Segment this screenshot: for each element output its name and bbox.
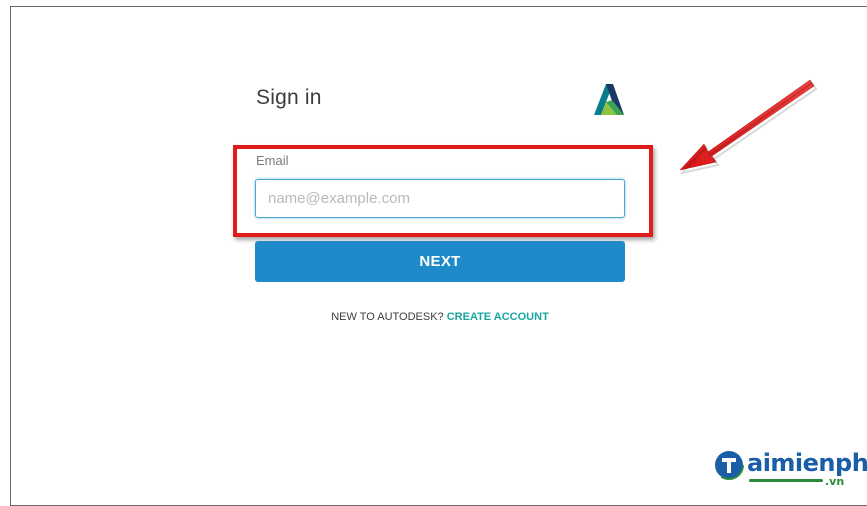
- watermark-underline: [749, 479, 823, 482]
- watermark-text: aimienphi: [747, 449, 867, 477]
- watermark-suffix: .vn: [825, 475, 845, 488]
- email-label: Email: [256, 153, 289, 168]
- new-to-autodesk-text: NEW TO AUTODESK?: [331, 311, 447, 323]
- watermark-t-icon: [714, 450, 744, 480]
- email-field[interactable]: [255, 179, 625, 218]
- page-title: Sign in: [256, 86, 322, 109]
- watermark-logo: aimienphi .vn: [713, 445, 867, 493]
- autodesk-logo-icon: [594, 84, 624, 115]
- annotation-arrow-icon: [679, 79, 818, 175]
- signup-prompt: NEW TO AUTODESK? CREATE ACCOUNT: [255, 311, 625, 323]
- next-button[interactable]: NEXT: [255, 241, 625, 282]
- create-account-link[interactable]: CREATE ACCOUNT: [447, 311, 549, 323]
